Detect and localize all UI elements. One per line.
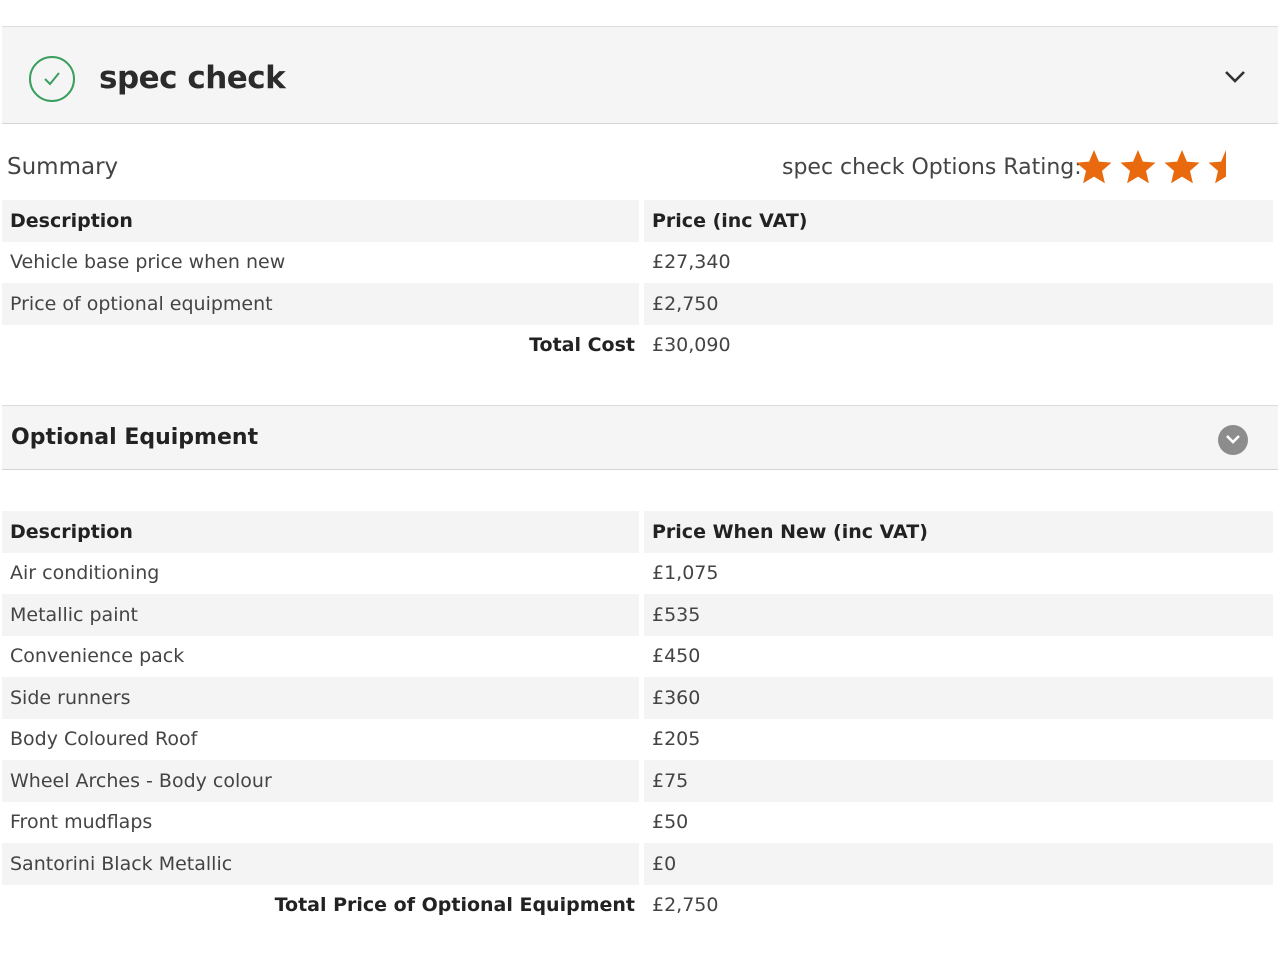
column-header-description: Description [2,200,639,242]
spec-check-header[interactable]: spec check [2,26,1278,124]
star-icon [1164,150,1200,184]
row-price: £75 [639,760,1273,802]
column-header-price: Price When New (inc VAT) [639,511,1273,553]
star-icon [1076,150,1112,184]
row-description: Air conditioning [10,562,160,585]
row-description: Convenience pack [10,645,185,668]
check-circle-icon [29,56,75,102]
column-header-description: Description [2,511,639,553]
row-price: £205 [639,718,1273,760]
row-description: Vehicle base price when new [10,251,286,274]
table-row: Front mudflaps £50 [2,801,1273,843]
row-price: £1,075 [639,552,1273,594]
row-price: £360 [639,677,1273,719]
table-row: Vehicle base price when new £27,340 [2,241,1273,283]
total-cost-label: Total Cost [529,334,635,357]
table-row: Air conditioning £1,075 [2,552,1273,594]
optional-equipment-table: Description Price When New (inc VAT) Air… [2,511,1273,926]
total-optional-value: £2,750 [639,884,1273,926]
row-price: £50 [639,801,1273,843]
table-row: Wheel Arches - Body colour £75 [2,760,1273,802]
row-description: Wheel Arches - Body colour [2,760,639,802]
total-row: Total Cost £30,090 [2,324,1273,366]
total-row: Total Price of Optional Equipment £2,750 [2,884,1273,926]
total-cost-value: £30,090 [639,324,1273,366]
row-description: Metallic paint [2,594,639,636]
table-row: Body Coloured Roof £205 [2,718,1273,760]
page-title: spec check [99,60,286,96]
row-description: Santorini Black Metallic [2,843,639,885]
summary-table: Description Price (inc VAT) Vehicle base… [2,200,1273,366]
row-description: Front mudflaps [10,811,153,834]
row-price: £2,750 [639,283,1273,325]
table-row: Price of optional equipment £2,750 [2,283,1273,325]
row-description: Side runners [2,677,639,719]
star-half-icon [1208,150,1226,184]
optional-equipment-header[interactable]: Optional Equipment [2,405,1278,470]
row-price: £535 [639,594,1273,636]
table-row: Metallic paint £535 [2,594,1273,636]
table-header-row: Description Price (inc VAT) [2,200,1273,242]
summary-label: Summary [7,154,119,180]
table-row: Santorini Black Metallic £0 [2,843,1273,885]
table-row: Convenience pack £450 [2,635,1273,677]
row-price: £27,340 [639,241,1273,283]
section-title: Optional Equipment [11,425,259,450]
row-price: £0 [639,843,1273,885]
row-description: Price of optional equipment [2,283,639,325]
chevron-down-icon[interactable] [1224,70,1246,89]
table-row: Side runners £360 [2,677,1273,719]
star-icon [1120,150,1156,184]
rating-label: spec check Options Rating: [782,155,1082,180]
chevron-down-circle-icon[interactable] [1218,425,1248,455]
column-header-price: Price (inc VAT) [639,200,1273,242]
table-header-row: Description Price When New (inc VAT) [2,511,1273,553]
row-description: Body Coloured Roof [10,728,198,751]
row-price: £450 [639,635,1273,677]
total-optional-label: Total Price of Optional Equipment [274,894,635,917]
